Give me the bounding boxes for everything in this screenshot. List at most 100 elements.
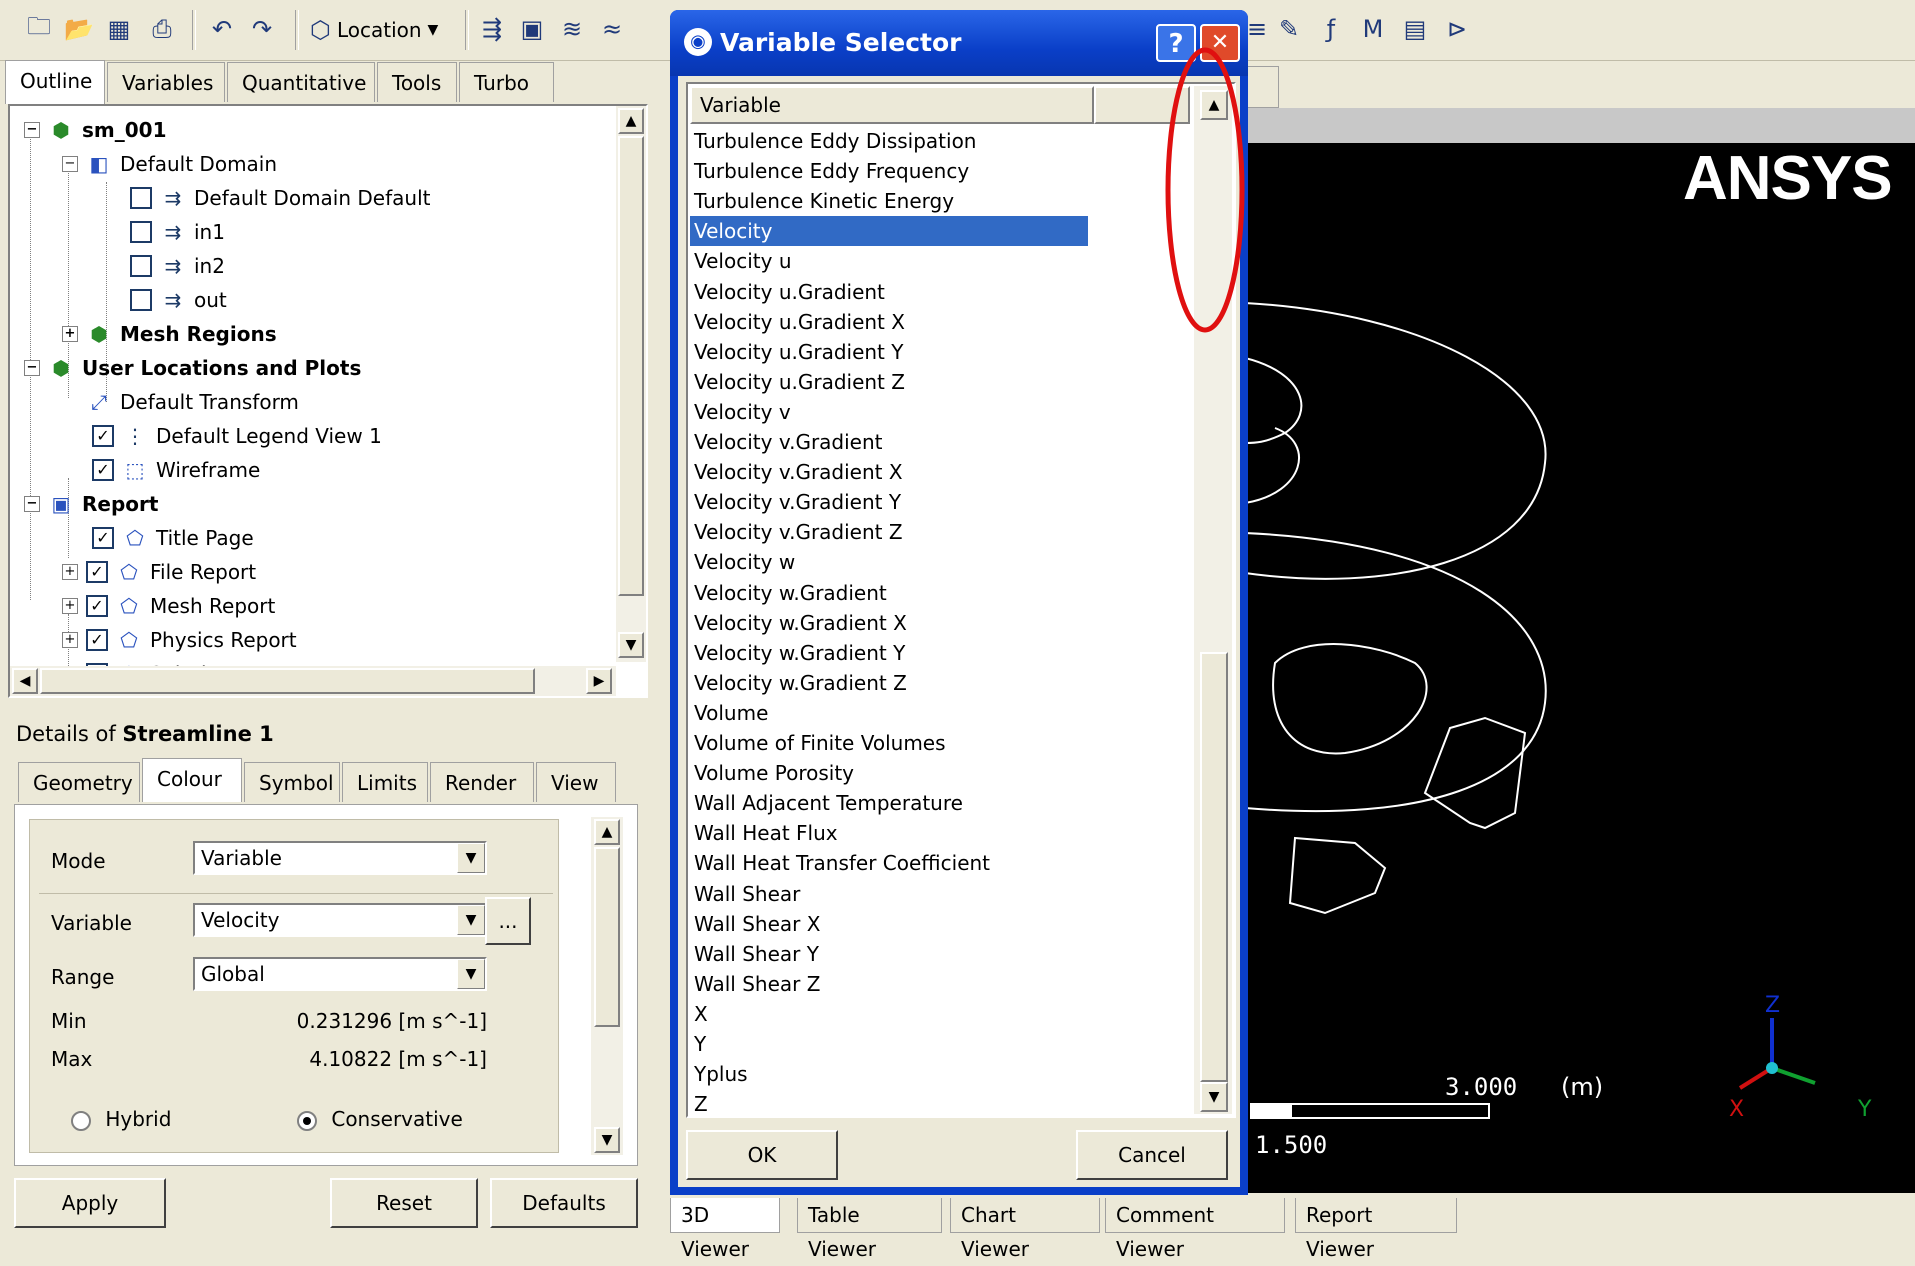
tab-table-viewer[interactable]: Table Viewer — [797, 1198, 942, 1261]
tree-item-report[interactable]: − ▣ Report — [24, 488, 158, 520]
tab-colour[interactable]: Colour — [142, 758, 242, 802]
apply-button[interactable]: Apply — [14, 1178, 166, 1228]
visibility-checkbox[interactable]: ✓ — [92, 459, 114, 481]
list-item[interactable]: Wall Shear Y — [690, 939, 819, 969]
tree-item-default-transform[interactable]: ⤢ Default Transform — [86, 386, 299, 418]
print-icon[interactable]: ⎙ — [145, 12, 179, 46]
tab-comment-viewer[interactable]: Comment Viewer — [1105, 1198, 1285, 1261]
list-item[interactable]: Turbulence Eddy Dissipation — [690, 126, 976, 156]
list-item[interactable]: Velocity u.Gradient X — [690, 307, 905, 337]
tree-item-sm001[interactable]: − ⬢ sm_001 — [24, 114, 167, 146]
tree-item-default-domain[interactable]: − ◧ Default Domain — [62, 148, 277, 180]
tab-limits[interactable]: Limits — [342, 762, 428, 802]
list-item[interactable]: Velocity w.Gradient Z — [690, 668, 907, 698]
tab-quantitative[interactable]: Quantitative — [227, 62, 375, 102]
tree-item-mesh-report[interactable]: + ✓ ⬠ Mesh Report — [62, 590, 275, 622]
list-item[interactable]: Velocity v.Gradient — [690, 427, 883, 457]
open-icon[interactable]: 📂 — [62, 12, 96, 46]
scroll-down-icon[interactable]: ▼ — [594, 1127, 620, 1153]
tree-item-physics-report[interactable]: + ✓ ⬠ Physics Report — [62, 624, 297, 656]
list-item[interactable]: Turbulence Eddy Frequency — [690, 156, 969, 186]
expand-icon[interactable]: + — [62, 564, 78, 580]
list-item[interactable]: Velocity w — [690, 547, 795, 577]
list-item[interactable]: Wall Adjacent Temperature — [690, 788, 963, 818]
tab-turbo[interactable]: Turbo — [459, 62, 554, 102]
list-item[interactable]: Velocity u.Gradient — [690, 277, 885, 307]
tree-item-user-locations[interactable]: − ⬢ User Locations and Plots — [24, 352, 361, 384]
collapse-icon[interactable]: − — [24, 360, 40, 376]
scroll-down-icon[interactable]: ▼ — [1200, 1082, 1228, 1112]
list-item[interactable]: Volume of Finite Volumes — [690, 728, 946, 758]
scroll-right-icon[interactable]: ▶ — [586, 668, 612, 694]
list-item[interactable]: Y — [690, 1029, 706, 1059]
visibility-checkbox[interactable]: ✓ — [92, 425, 114, 447]
list-item[interactable]: Velocity v.Gradient Y — [690, 487, 901, 517]
visibility-checkbox[interactable] — [130, 289, 152, 311]
variable-icon[interactable]: ▤ — [1398, 12, 1432, 46]
list-item[interactable]: Wall Heat Transfer Coefficient — [690, 848, 990, 878]
tree-item-wireframe[interactable]: ✓ ⬚ Wireframe — [92, 454, 260, 486]
list-item[interactable]: Velocity w.Gradient X — [690, 608, 907, 638]
scroll-thumb[interactable] — [40, 668, 535, 694]
list-item[interactable]: Turbulence Kinetic Energy — [690, 186, 954, 216]
expression-icon[interactable]: ƒ — [1314, 12, 1348, 46]
command-icon[interactable]: ⊳ — [1440, 12, 1474, 46]
tree-item-legend-view[interactable]: ✓ ⋮ Default Legend View 1 — [92, 420, 382, 452]
list-item[interactable]: Volume Porosity — [690, 758, 854, 788]
scroll-down-icon[interactable]: ▼ — [618, 632, 644, 658]
list-item[interactable]: Wall Shear Z — [690, 969, 820, 999]
location-menu-button[interactable]: ⬡ Location ▼ — [310, 12, 438, 48]
cancel-button[interactable]: Cancel — [1076, 1130, 1228, 1180]
list-item[interactable]: Yplus — [690, 1059, 748, 1089]
tab-view[interactable]: View — [536, 762, 616, 802]
tree-item-title-page[interactable]: ✓ ⬠ Title Page — [92, 522, 254, 554]
tree-item-in2[interactable]: ⇉ in2 — [130, 250, 225, 282]
eyedropper-icon[interactable]: ✎ — [1272, 12, 1306, 46]
list-item[interactable]: Velocity u — [690, 246, 792, 276]
list-item[interactable]: X — [690, 999, 708, 1029]
list-item[interactable]: Wall Shear — [690, 879, 800, 909]
chevron-down-icon[interactable]: ▼ — [457, 843, 485, 873]
list-item[interactable]: Velocity u.Gradient Y — [690, 337, 903, 367]
scroll-left-icon[interactable]: ◀ — [12, 668, 38, 694]
new-icon[interactable]: 🗀 — [22, 12, 56, 46]
tab-3d-viewer[interactable]: 3D Viewer — [670, 1198, 780, 1261]
undo-icon[interactable]: ↶ — [205, 12, 239, 46]
expand-icon[interactable]: + — [62, 632, 78, 648]
visibility-checkbox[interactable]: ✓ — [92, 527, 114, 549]
list-item[interactable]: Z — [690, 1089, 708, 1116]
hybrid-option[interactable]: Hybrid — [71, 1107, 171, 1131]
save-state-icon[interactable]: ▦ — [102, 12, 136, 46]
list-item[interactable]: Wall Heat Flux — [690, 818, 838, 848]
redo-icon[interactable]: ↷ — [245, 12, 279, 46]
variable-list[interactable]: Variable Turbulence Eddy Dissipation Turb… — [686, 82, 1236, 1118]
list-item[interactable]: Velocity w.Gradient — [690, 578, 887, 608]
list-item[interactable]: Velocity u.Gradient Z — [690, 367, 905, 397]
conservative-radio[interactable] — [297, 1110, 317, 1131]
tree-item-out[interactable]: ⇉ out — [130, 284, 227, 316]
scroll-thumb[interactable] — [618, 136, 644, 596]
scroll-up-icon[interactable]: ▲ — [618, 108, 644, 134]
tree-item-mesh-regions[interactable]: + ⬢ Mesh Regions — [62, 318, 277, 350]
list-item[interactable]: Wall Shear X — [690, 909, 820, 939]
tab-render[interactable]: Render — [430, 762, 534, 802]
mode-select[interactable]: Variable ▼ — [193, 841, 487, 875]
tree-vertical-scrollbar[interactable]: ▲ ▼ — [616, 106, 646, 662]
scroll-thumb[interactable] — [594, 847, 620, 1027]
tab-report-viewer[interactable]: Report Viewer — [1295, 1198, 1457, 1261]
visibility-checkbox[interactable] — [130, 187, 152, 209]
ok-button[interactable]: OK — [686, 1130, 838, 1180]
tab-geometry[interactable]: Geometry — [18, 762, 140, 802]
visibility-checkbox[interactable]: ✓ — [86, 561, 108, 583]
range-select[interactable]: Global ▼ — [193, 957, 487, 991]
streamline-icon[interactable]: ≋ — [555, 12, 589, 46]
collapse-icon[interactable]: − — [24, 122, 40, 138]
expand-icon[interactable]: + — [62, 326, 78, 342]
visibility-checkbox[interactable]: ✓ — [86, 595, 108, 617]
defaults-button[interactable]: Defaults — [490, 1178, 638, 1228]
tree-item-in1[interactable]: ⇉ in1 — [130, 216, 225, 248]
visibility-checkbox[interactable] — [130, 221, 152, 243]
conservative-option[interactable]: Conservative — [297, 1107, 463, 1131]
list-item[interactable]: Velocity w.Gradient Y — [690, 638, 905, 668]
list-item[interactable]: Velocity v.Gradient X — [690, 457, 903, 487]
